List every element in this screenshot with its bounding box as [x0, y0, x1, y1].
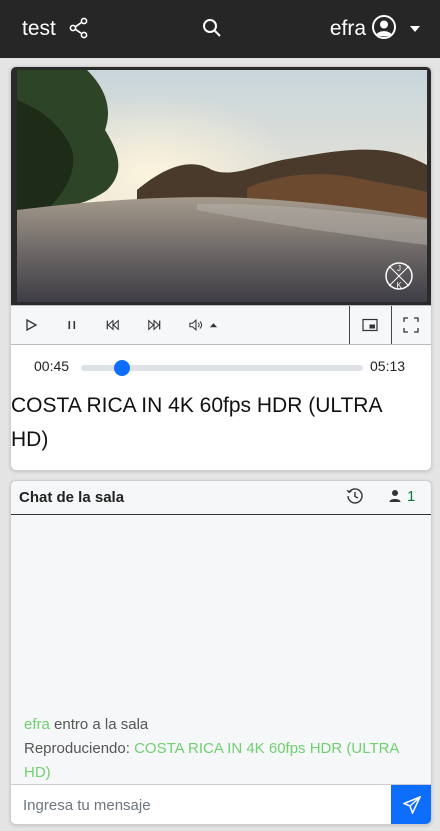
video-title: COSTA RICA IN 4K 60fps HDR (ULTRA HD)	[11, 394, 382, 451]
volume-icon[interactable]	[184, 314, 208, 336]
progress-row: 00:45 05:13	[11, 349, 431, 383]
play-icon[interactable]	[19, 314, 43, 336]
message-user: efra	[24, 716, 50, 733]
seek-bar[interactable]	[81, 360, 363, 376]
message-input[interactable]	[11, 785, 391, 824]
chat-message: Reproduciendo: COSTA RICA IN 4K 60fps HD…	[24, 737, 420, 785]
player-card: J K 00:45 05:13 COSTA RICA IN 4K 60fps H…	[10, 66, 432, 471]
picture-in-picture-icon[interactable]	[358, 314, 382, 336]
user-count: 1	[407, 488, 416, 505]
send-button[interactable]	[391, 785, 431, 824]
caret-down-icon	[410, 26, 420, 32]
message-prefix: Reproduciendo:	[24, 740, 130, 757]
room-name: test	[22, 17, 56, 40]
video-player[interactable]: J K	[11, 67, 431, 305]
user-name: efra	[329, 17, 366, 40]
duration: 05:13	[370, 358, 406, 374]
message-text: entro a la sala	[54, 716, 149, 733]
share-icon[interactable]	[68, 17, 90, 39]
search-icon[interactable]	[201, 17, 223, 39]
pause-icon[interactable]	[60, 314, 84, 336]
current-time: 00:45	[34, 358, 70, 374]
chat-message: efra entro a la sala	[24, 713, 420, 737]
user-circle-icon	[372, 14, 396, 44]
video-frame: J K	[17, 70, 427, 302]
send-icon	[403, 796, 421, 814]
player-controls	[11, 305, 431, 345]
person-icon	[388, 489, 402, 503]
controls-divider	[391, 306, 392, 344]
chat-title: Chat de la sala	[19, 489, 125, 506]
chat-card: Chat de la sala 1 efra entro a la sala R…	[10, 480, 432, 825]
skip-forward-icon[interactable]	[142, 314, 166, 336]
svg-text:K: K	[396, 281, 402, 290]
svg-text:J: J	[397, 264, 401, 273]
user-menu[interactable]: efra	[330, 14, 420, 44]
controls-divider	[349, 306, 350, 344]
top-navbar: test efra	[0, 0, 440, 58]
chat-input-row	[11, 784, 431, 824]
chat-header: Chat de la sala 1	[11, 481, 431, 515]
volume-menu-icon[interactable]	[206, 314, 220, 336]
fullscreen-icon[interactable]	[399, 314, 423, 336]
seek-bar-thumb[interactable]	[113, 360, 130, 376]
history-clock-icon[interactable]	[346, 487, 364, 505]
chat-messages: efra entro a la sala Reproduciendo: COST…	[24, 713, 420, 785]
skip-back-icon[interactable]	[101, 314, 125, 336]
